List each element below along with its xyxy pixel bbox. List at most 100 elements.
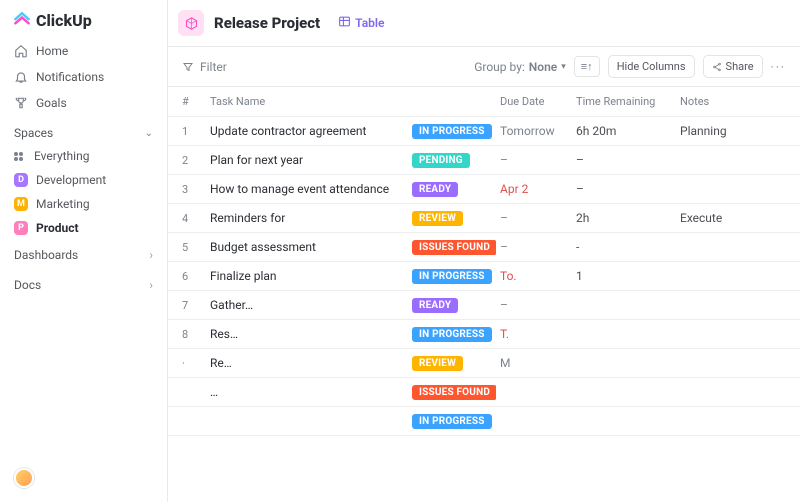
nav-goals[interactable]: Goals [0,90,167,116]
task-name-cell[interactable]: Res… [206,327,408,341]
space-mkt-icon: M [14,197,28,211]
row-num: 8 [178,328,206,341]
status-cell[interactable]: ISSUES FOUND [408,239,496,255]
task-name-cell[interactable]: Update contractor agreement [206,124,408,138]
col-task[interactable]: Task Name [206,95,408,108]
space-development[interactable]: D Development [0,168,167,192]
spaces-header[interactable]: Spaces ⌄ [0,116,167,144]
due-cell[interactable]: T. [496,327,572,341]
table-row[interactable]: ·Re…REVIEWM [168,349,800,378]
col-notes[interactable]: Notes [676,95,760,108]
status-cell[interactable]: IN PROGRESS [408,413,496,429]
table-row[interactable]: IN PROGRESS [168,407,800,436]
nav-notifications[interactable]: Notifications [0,64,167,90]
status-badge: ISSUES FOUND [412,240,496,255]
table-row[interactable]: 7Gather…READY– [168,291,800,320]
status-badge: READY [412,182,458,197]
col-num[interactable]: # [178,95,206,108]
nav-home-label: Home [36,44,68,58]
status-badge: REVIEW [412,211,463,226]
time-cell[interactable]: 2h [572,211,676,225]
task-name-cell[interactable]: Budget assessment [206,240,408,254]
sort-button[interactable]: ≡↑ [574,56,600,77]
row-num: 4 [178,212,206,225]
table-header-row: # Task Name Due Date Time Remaining Note… [168,87,800,117]
hide-columns-label: Hide Columns [617,60,686,73]
table-row[interactable]: 3How to manage event attendanceREADYApr … [168,175,800,204]
table-row[interactable]: …ISSUES FOUND [168,378,800,407]
space-everything[interactable]: Everything [0,144,167,168]
time-cell[interactable]: – [572,153,676,167]
row-num: 7 [178,299,206,312]
task-table: # Task Name Due Date Time Remaining Note… [168,87,800,502]
task-name-cell[interactable]: Finalize plan [206,269,408,283]
due-cell[interactable]: Tomorrow [496,124,572,138]
notes-cell[interactable]: Execute [676,211,760,225]
table-row[interactable]: 4Reminders for REVIEW –2hExecute [168,204,800,233]
share-button[interactable]: Share [703,55,763,78]
hide-columns-button[interactable]: Hide Columns [608,55,695,78]
col-time[interactable]: Time Remaining [572,95,676,108]
more-menu[interactable]: ··· [771,60,786,74]
notes-cell[interactable]: Planning [676,124,760,138]
task-name-cell[interactable]: Plan for next year [206,153,408,167]
table-row[interactable]: 5Budget assessmentISSUES FOUND–- [168,233,800,262]
status-badge: IN PROGRESS [412,124,492,139]
group-by[interactable]: Group by: None ▾ [474,60,566,74]
space-marketing[interactable]: M Marketing [0,192,167,216]
due-cell[interactable]: – [496,298,572,312]
time-cell[interactable]: - [572,240,676,254]
time-cell[interactable]: 1 [572,269,676,283]
nav-home[interactable]: Home [0,38,167,64]
status-badge: IN PROGRESS [412,269,492,284]
nav-dashboards[interactable]: Dashboards › [0,240,167,270]
view-table-chip[interactable]: Table [338,15,384,31]
col-due[interactable]: Due Date [496,95,572,108]
nav-docs[interactable]: Docs › [0,270,167,300]
chevron-right-icon: › [149,278,153,292]
space-product[interactable]: P Product [0,216,167,240]
due-cell[interactable]: M [496,356,572,370]
status-cell[interactable]: READY [408,181,496,197]
table-row[interactable]: 6Finalize plan IN PROGRESS To.1 [168,262,800,291]
time-cell[interactable]: – [572,182,676,196]
task-name-cell[interactable]: How to manage event attendance [206,182,408,196]
table-row[interactable]: 1Update contractor agreementIN PROGRESST… [168,117,800,146]
status-cell[interactable]: IN PROGRESS [408,268,496,284]
task-name-cell[interactable]: Gather… [206,298,408,312]
task-name-cell[interactable]: Re… [206,356,408,370]
space-everything-label: Everything [34,149,89,163]
task-name-cell[interactable]: Reminders for [206,211,408,225]
logo[interactable]: ClickUp [0,10,167,38]
user-avatar[interactable] [14,468,34,488]
table-row[interactable]: 8Res…IN PROGRESST. [168,320,800,349]
due-cell[interactable]: – [496,240,572,254]
status-cell[interactable]: PENDING [408,152,496,168]
space-dev-icon: D [14,173,28,187]
nav-docs-label: Docs [14,278,41,292]
main: Release Project Table Filter Group by: N… [168,0,800,502]
filter-button[interactable]: Filter [182,60,227,74]
status-cell[interactable]: IN PROGRESS [408,326,496,342]
due-cell[interactable]: Apr 2 [496,182,572,196]
nav-dashboards-label: Dashboards [14,248,78,262]
spaces-header-label: Spaces [14,126,53,140]
status-cell[interactable]: REVIEW [408,355,496,371]
due-cell[interactable]: To. [496,269,572,283]
time-cell[interactable]: 6h 20m [572,124,676,138]
share-icon [712,62,722,72]
status-badge: REVIEW [412,356,463,371]
status-cell[interactable]: IN PROGRESS [408,123,496,139]
due-cell[interactable]: – [496,153,572,167]
view-chip-label: Table [355,16,384,30]
row-num: 6 [178,270,206,283]
project-title: Release Project [214,14,320,32]
table-row[interactable]: 2Plan for next yearPENDING–– [168,146,800,175]
due-cell[interactable]: – [496,211,572,225]
avatar-area [0,462,167,494]
project-icon[interactable] [178,10,204,36]
status-cell[interactable]: ISSUES FOUND [408,384,496,400]
task-name-cell[interactable]: … [206,385,408,399]
status-cell[interactable]: REVIEW [408,210,496,226]
status-cell[interactable]: READY [408,297,496,313]
